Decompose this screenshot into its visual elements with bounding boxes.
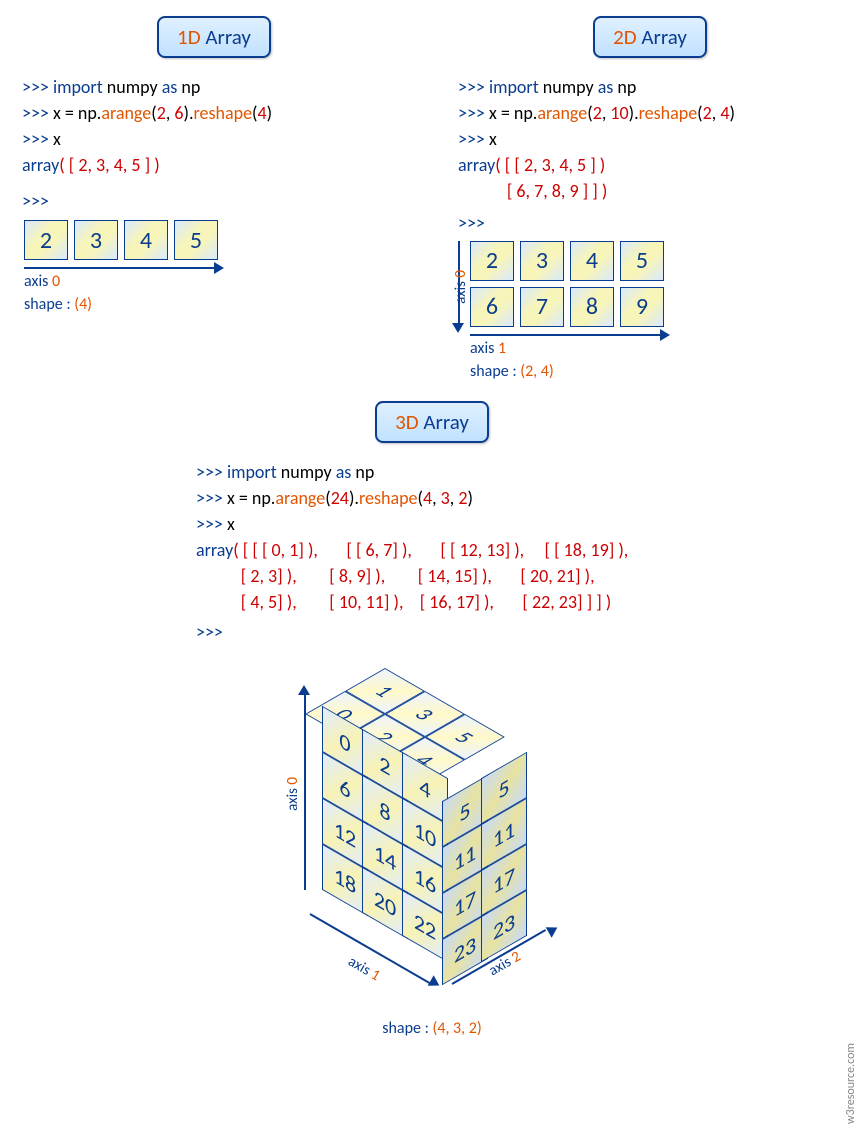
code-2d: >>> import numpy as np >>> x = np.arange… (458, 74, 848, 237)
axis1-2d (470, 331, 670, 339)
axis-1d (24, 264, 224, 272)
cell-2d: 8 (570, 287, 614, 327)
pill-1d: 1D Array (157, 16, 271, 58)
section-2d: 2D Array >>> import numpy as np >>> x = … (452, 16, 848, 381)
cells-1d: 2345 axis 0 shape : (4) (24, 220, 224, 314)
cells-2d: axis 0 23456789 axis 1 shape : (2, 4) (452, 241, 848, 381)
cell-2d: 7 (520, 287, 564, 327)
credit: w3resource.com (844, 1043, 858, 1124)
cell-1d: 3 (74, 220, 118, 260)
c1d-reshape: reshape (194, 102, 253, 124)
top-row: 1D Array >>> import numpy as np >>> x = … (16, 16, 848, 381)
c1d-np: np (177, 76, 200, 98)
c1d-eval: x (53, 128, 61, 150)
section-1d: 1D Array >>> import numpy as np >>> x = … (16, 16, 412, 381)
c1d-numpy: numpy (103, 76, 162, 98)
iso-axis0 (304, 695, 306, 890)
pill-1d-word: Array (201, 24, 251, 50)
cell-2d: 3 (520, 241, 564, 281)
cell-2d: 9 (620, 287, 664, 327)
shape-3d: shape : (4, 3, 2) (16, 1019, 848, 1038)
c1d-x: x = np. (53, 102, 101, 124)
cell-2d: 4 (570, 241, 614, 281)
code-1d: >>> import numpy as np >>> x = np.arange… (22, 74, 412, 214)
pill-3d: 3D Array (375, 401, 489, 443)
code-3d: >>> import numpy as np >>> x = np.arange… (196, 459, 848, 646)
iso-axis0-lbl: axis 0 (284, 777, 302, 811)
cell-1d: 4 (124, 220, 168, 260)
cell-1d: 2 (24, 220, 68, 260)
c1d-import: import (53, 76, 103, 98)
c1d-arange: arange (101, 102, 151, 124)
iso-cube: axis 0 axis 1 axis 2 0123450246810121416… (252, 655, 612, 1015)
iso-axis1-lbl: axis 1 (345, 953, 383, 986)
cell-2d: 6 (470, 287, 514, 327)
c1d-as: as (162, 76, 178, 98)
pill-2d: 2D Array (593, 16, 707, 58)
cell-1d: 5 (174, 220, 218, 260)
c1d-out-kw: array (22, 154, 59, 176)
cell-2d: 5 (620, 241, 664, 281)
section-3d: 3D Array >>> import numpy as np >>> x = … (16, 401, 848, 1039)
cell-2d: 2 (470, 241, 514, 281)
pill-1d-prefix: 1D (177, 24, 201, 50)
c1d-out-vals: ( [ 2, 3, 4, 5 ] ) (59, 154, 159, 176)
axis0-2d: axis 0 (452, 241, 466, 333)
